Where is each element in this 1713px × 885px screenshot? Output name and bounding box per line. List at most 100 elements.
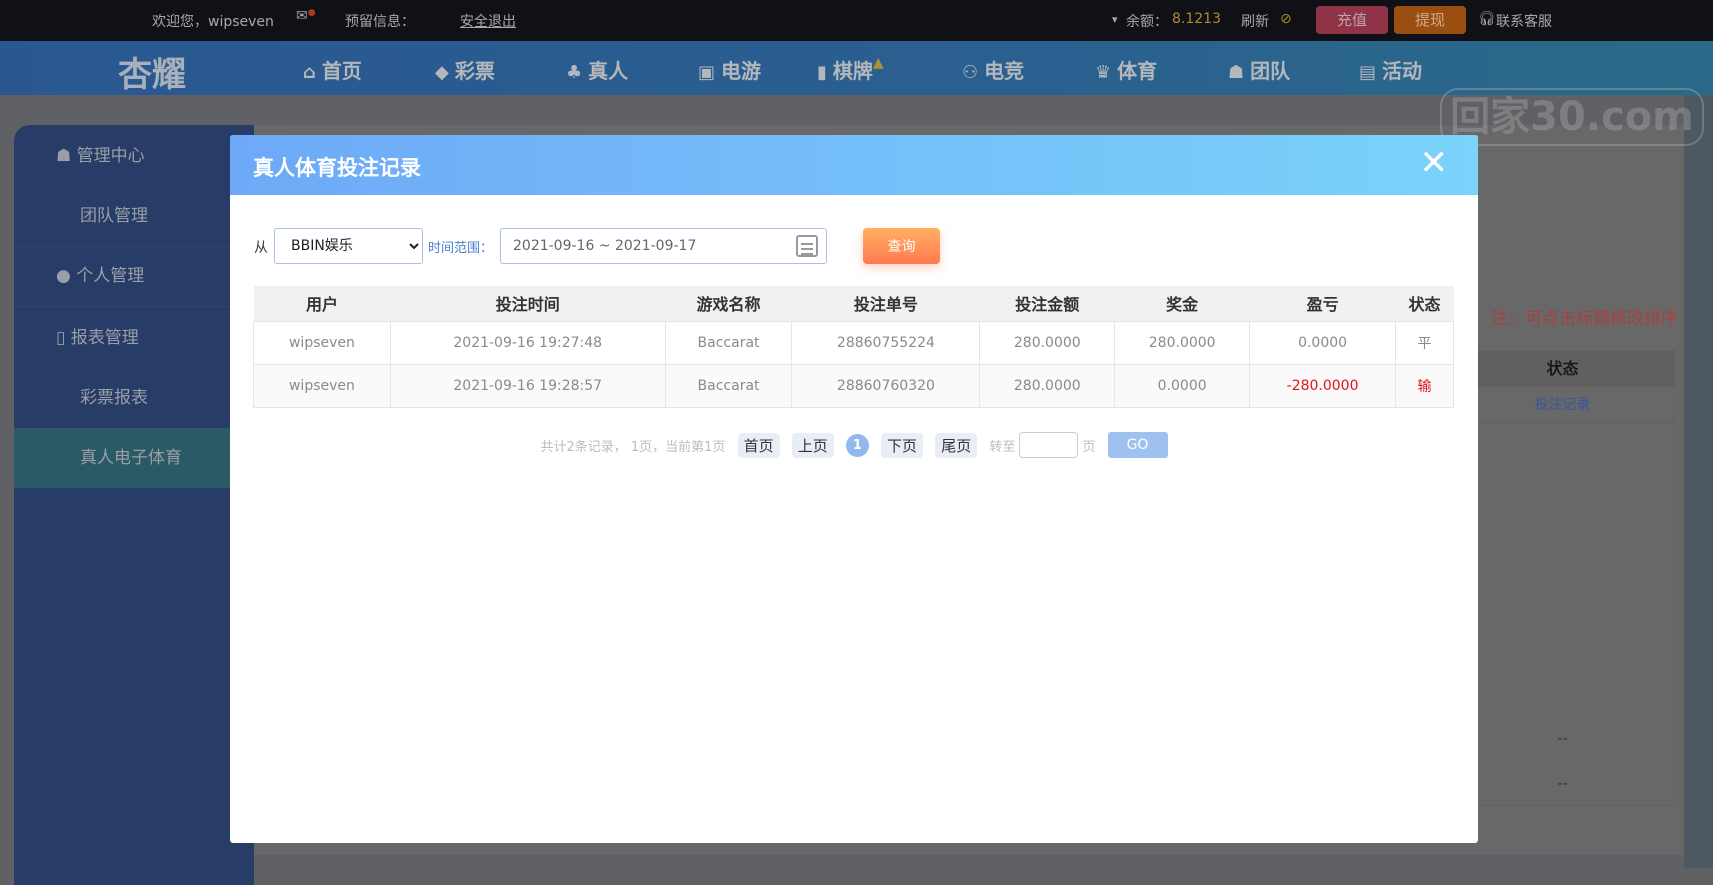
col-user[interactable]: 用户 [253, 286, 391, 321]
cell-user: wipseven [253, 320, 391, 365]
logout-link[interactable]: 安全退出 [460, 11, 516, 31]
cell-bet-amount: 280.0000 [979, 320, 1116, 365]
col-payout[interactable]: 奖金 [1114, 286, 1250, 321]
sidebar-label: 团队管理 [80, 206, 148, 226]
home-icon: ⌂ [303, 62, 316, 83]
slot-icon: ▣ [698, 62, 716, 83]
empty-cell: -- [1557, 776, 1568, 792]
nav-team[interactable]: ☗ 团队 [1228, 55, 1290, 84]
current-page[interactable]: 1 [845, 433, 869, 457]
nav-slots[interactable]: ▣ 电游 [698, 55, 761, 84]
close-icon[interactable]: ✕ [1420, 143, 1449, 183]
col-profit[interactable]: 盈亏 [1249, 286, 1396, 321]
sidebar-item-lottery-report[interactable]: 彩票报表 [14, 368, 254, 428]
filter-bar: 从 BBIN娱乐 时间范围： 查询 [230, 228, 1478, 264]
dealer-icon: ♣ [566, 62, 583, 83]
top-bar: 欢迎您，wipseven ✉● 预留信息： 安全退出 ▾ 余额： 8.1213 … [0, 0, 1713, 41]
sidebar-section-personal[interactable]: ● 个人管理 [14, 246, 254, 306]
balance-label: 余额： [1126, 14, 1168, 30]
refresh-button[interactable]: 刷新 [1241, 11, 1269, 31]
logo[interactable]: 杏耀 [118, 47, 186, 96]
first-page-button[interactable]: 首页 [737, 432, 780, 458]
nav-esports[interactable]: ⚇ 电竞 [962, 55, 1024, 84]
team-icon: ☗ [1228, 62, 1245, 83]
cell-status: 平 [1395, 320, 1454, 365]
sidebar-label: 管理中心 [76, 146, 145, 166]
withdraw-button[interactable]: 提现 [1394, 6, 1466, 34]
table-row: wipseven 2021-09-16 19:27:48 Baccarat 28… [253, 320, 1454, 365]
nav-sports[interactable]: ♛ 体育 [1095, 55, 1157, 84]
sidebar-label: 彩票报表 [80, 388, 148, 408]
table-header: 用户 投注时间 游戏名称 投注单号 投注金额 奖金 盈亏 状态 [253, 286, 1454, 321]
chevron-down-icon[interactable]: ▾ [1112, 13, 1118, 26]
sidebar-label: 报表管理 [70, 328, 139, 348]
col-bet-amount[interactable]: 投注金额 [979, 286, 1115, 321]
sidebar-label: 个人管理 [76, 266, 145, 286]
col-bet-time[interactable]: 投注时间 [390, 286, 666, 321]
column-status[interactable]: 状态 [1451, 351, 1674, 387]
nav-label: 棋牌 [832, 59, 873, 83]
nav-activity[interactable]: ▤ 活动 [1359, 55, 1422, 84]
col-game-name[interactable]: 游戏名称 [665, 286, 792, 321]
page-edge [1684, 95, 1713, 868]
col-status[interactable]: 状态 [1395, 286, 1454, 321]
cell-payout: 0.0000 [1114, 363, 1251, 408]
nav-label: 活动 [1382, 59, 1423, 83]
sort-note: 注：可点击标题修改排序 [1491, 309, 1678, 329]
welcome-text: 欢迎您，wipseven [152, 14, 274, 30]
go-button[interactable]: GO [1107, 432, 1168, 458]
date-range-label: 时间范围： [428, 241, 494, 256]
page-number-input[interactable] [1019, 432, 1079, 458]
bet-records-table: 用户 投注时间 游戏名称 投注单号 投注金额 奖金 盈亏 状态 wipseven… [253, 286, 1454, 408]
nav-cards[interactable]: ▮ 棋牌▲ [817, 55, 884, 84]
nav-home[interactable]: ⌂ 首页 [303, 55, 362, 84]
sidebar-section-reports[interactable]: ▯ 报表管理 [14, 308, 254, 368]
date-range-input[interactable] [500, 228, 827, 264]
main-nav: 杏耀 ⌂ 首页 ◆ 彩票 ♣ 真人 ▣ 电游 ▮ 棋牌▲ ⚇ 电竞 ♛ 体育 ☗ 团队 ▤ 活动 [0, 41, 1713, 95]
calendar-icon[interactable] [796, 235, 818, 257]
nav-live[interactable]: ♣ 真人 [566, 55, 628, 84]
mail-icon[interactable]: ✉● [296, 8, 316, 24]
sidebar-section-management[interactable]: ☗ 管理中心 [14, 126, 254, 186]
cell-bet-id: 28860760320 [791, 363, 981, 408]
lottery-icon: ◆ [435, 62, 449, 83]
col-bet-id[interactable]: 投注单号 [791, 286, 980, 321]
pagination: 共计2条记录， 1页，当前第1页 首页 上页 1 下页 尾页 转至 页 GO [230, 432, 1478, 458]
platform-select[interactable]: BBIN娱乐 [274, 228, 423, 264]
cell-bet-id: 28860755224 [791, 320, 981, 365]
last-page-button[interactable]: 尾页 [935, 432, 978, 458]
nav-label: 真人 [588, 59, 629, 83]
balance-value: 8.1213 [1172, 11, 1221, 27]
bet-records-modal: 真人体育投注记录 ✕ 从 BBIN娱乐 时间范围： 查询 用户 投注时间 游戏名… [230, 135, 1478, 843]
reserved-info-label: 预留信息： [345, 14, 415, 30]
prev-page-button[interactable]: 上页 [791, 432, 834, 458]
query-button[interactable]: 查询 [863, 228, 940, 264]
cell-game-name: Baccarat [664, 363, 793, 408]
trophy-icon: ♛ [1095, 62, 1112, 83]
sidebar-item-team[interactable]: 团队管理 [14, 186, 254, 246]
table-row: wipseven 2021-09-16 19:28:57 Baccarat 28… [253, 363, 1454, 408]
nav-label: 体育 [1117, 59, 1158, 83]
nav-label: 团队 [1250, 59, 1291, 83]
card-icon: ▮ [817, 62, 827, 83]
watermark: 回家30.com [1440, 88, 1704, 146]
divider [14, 306, 254, 307]
nav-label: 电游 [721, 59, 762, 83]
modal-title: 真人体育投注记录 [253, 156, 421, 180]
support-link[interactable]: 联系客服 [1496, 11, 1552, 31]
nav-label: 首页 [321, 59, 362, 83]
nav-label: 电竞 [984, 59, 1025, 83]
cell-bet-time: 2021-09-16 19:28:57 [389, 363, 666, 408]
cell-status: 输 [1395, 363, 1454, 408]
cell-user: wipseven [253, 363, 391, 408]
bet-records-link[interactable]: 投注记录 [1451, 387, 1674, 423]
eye-off-icon[interactable]: ⊘ [1280, 11, 1292, 27]
goto-label: 转至 [989, 439, 1016, 455]
empty-cell: -- [1557, 731, 1568, 747]
sidebar-item-live-sports[interactable]: 真人电子体育 [14, 428, 254, 488]
recharge-button[interactable]: 充值 [1316, 6, 1388, 34]
nav-lottery[interactable]: ◆ 彩票 [435, 55, 495, 84]
gamepad-icon: ⚇ [962, 62, 979, 83]
next-page-button[interactable]: 下页 [881, 432, 924, 458]
from-label: 从 [254, 240, 268, 256]
